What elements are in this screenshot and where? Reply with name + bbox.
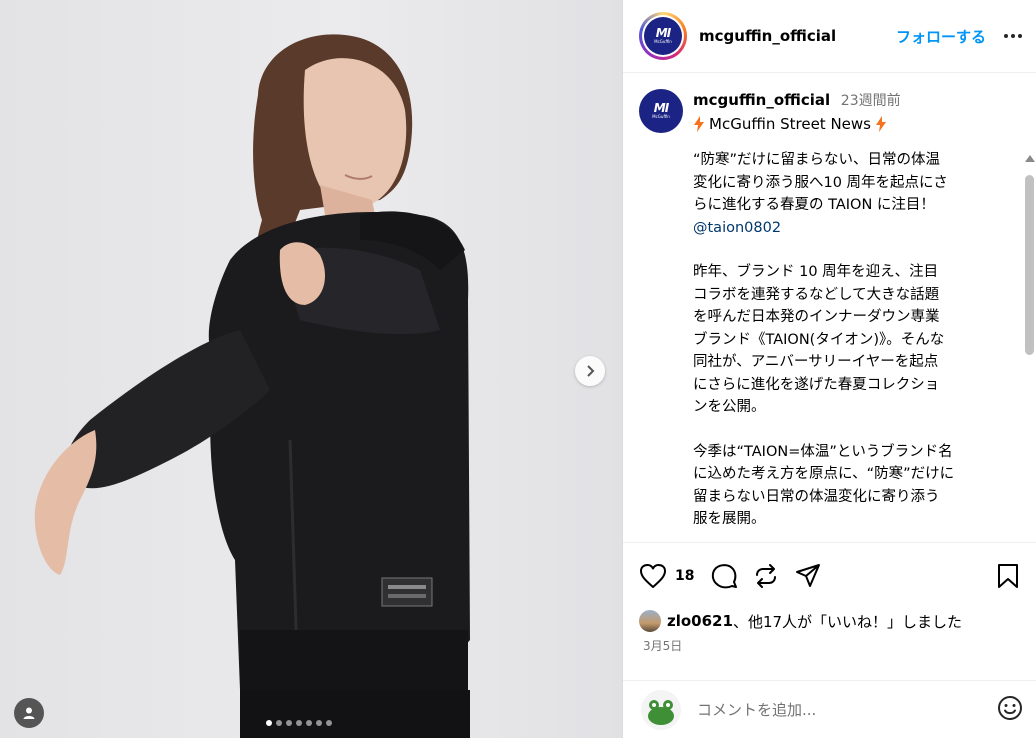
caption-line: 昨年、ブランド 10 周年を迎え、注目 — [693, 264, 939, 280]
caption-body: mcguffin_official 23週間前 McGuffin Street … — [693, 89, 1009, 531]
liker-avatar — [639, 610, 661, 632]
caption-line: に込めた考え方を原点に、“防寒”だけに — [693, 466, 955, 482]
logo-mark: MI — [655, 26, 671, 40]
like-count[interactable]: 18 — [675, 568, 694, 584]
save-button[interactable] — [996, 562, 1020, 590]
caption-line: 同社が、アニバーサリーイヤーを起点 — [693, 354, 939, 370]
send-button[interactable] — [794, 562, 822, 590]
caption-avatar[interactable]: MI McGuffin — [639, 89, 683, 133]
carousel-dot — [326, 720, 332, 726]
profile-avatar[interactable]: MI McGuffin — [639, 12, 687, 60]
caption-area: MI McGuffin mcguffin_official 23週間前 McGu… — [623, 73, 1036, 543]
post-panel: MI McGuffin mcguffin_official フォローする MI … — [622, 0, 1036, 738]
comment-icon — [712, 564, 738, 589]
caption-line: ブランド《TAION(タイオン)》。そんな — [693, 331, 945, 348]
caption-paragraph-1: “防寒”だけに留まらない、日常の体温 変化に寄り添う服へ10 周年を起点にさ らに進… — [693, 149, 1009, 217]
caption-scrollbar[interactable] — [1022, 153, 1036, 542]
carousel-dot — [316, 720, 322, 726]
comment-input[interactable] — [697, 700, 997, 719]
caption-line: ンを公開。 — [693, 399, 766, 415]
carousel-indicator — [266, 720, 332, 726]
frog-avatar-icon — [641, 689, 681, 730]
carousel-dot — [286, 720, 292, 726]
caption-logo-mark: MI — [653, 101, 669, 115]
carousel-dot — [296, 720, 302, 726]
current-user-avatar[interactable] — [641, 689, 681, 730]
carousel-dot — [266, 720, 272, 726]
follow-button[interactable]: フォローする — [896, 26, 986, 47]
action-bar: 18 — [623, 543, 1036, 609]
post-image[interactable] — [0, 0, 622, 738]
model-photo — [34, 34, 470, 738]
emoji-icon — [998, 695, 1022, 720]
share-icon — [756, 564, 777, 588]
like-button[interactable] — [639, 563, 667, 589]
caption-line: 今季は“TAION=体温”というブランド名 — [693, 443, 953, 460]
caption-paragraph-2: 昨年、ブランド 10 周年を迎え、注目 コラボを連発するなどして大きな話題 を呼んだ… — [693, 261, 1009, 419]
caption-username[interactable]: mcguffin_official — [693, 91, 830, 109]
caption-logo-sub: McGuffin — [652, 114, 670, 119]
more-options-button[interactable] — [1004, 34, 1022, 38]
logo-sub: McGuffin — [654, 39, 672, 44]
comment-button[interactable] — [710, 562, 738, 590]
comment-bar — [623, 680, 1036, 738]
chevron-right-icon — [587, 365, 595, 377]
next-image-button[interactable] — [575, 356, 605, 386]
emoji-button[interactable] — [997, 695, 1023, 725]
caption-line: “防寒”だけに留まらない、日常の体温 — [693, 152, 941, 168]
liker-username[interactable]: zlo0621 — [667, 612, 733, 630]
carousel-dot — [276, 720, 282, 726]
scroll-up-arrow[interactable] — [1025, 155, 1035, 162]
scroll-thumb[interactable] — [1025, 175, 1034, 355]
likes-summary[interactable]: zlo0621 、他17人が「いいね！」しました — [623, 609, 1036, 633]
bookmark-icon — [998, 564, 1018, 588]
caption-line: 留まらない日常の体温変化に寄り添う — [693, 488, 940, 505]
caption-line: らに進化する春夏の TAION に注目！ — [693, 197, 935, 213]
caption-line: 変化に寄り添う服へ10 周年を起点にさ — [693, 174, 948, 191]
repost-button[interactable] — [752, 562, 780, 590]
user-icon — [23, 707, 35, 719]
post-date[interactable]: 3月5日 — [623, 633, 1036, 654]
likes-text: 、他17人が「いいね！」しました — [732, 612, 963, 631]
caption-title: McGuffin Street News — [709, 114, 871, 133]
caption-title-row: McGuffin Street News — [693, 113, 1009, 136]
brand-logo: MI McGuffin — [644, 17, 682, 55]
tagged-users-button[interactable] — [14, 698, 44, 728]
carousel-dot — [306, 720, 312, 726]
caption-line: を呼んだ日本発のインナーダウン専業 — [693, 309, 940, 325]
caption-line: コラボを連発するなどして大きな話題 — [693, 286, 940, 303]
caption-time[interactable]: 23週間前 — [841, 93, 901, 109]
header-username[interactable]: mcguffin_official — [699, 27, 836, 45]
caption-paragraph-3: 今季は“TAION=体温”というブランド名 に込めた考え方を原点に、“防寒”だけに… — [693, 441, 1009, 531]
mention-link[interactable]: @taion0802 — [693, 217, 1009, 240]
lightning-icon — [694, 115, 704, 132]
post-header: MI McGuffin mcguffin_official フォローする — [623, 0, 1036, 73]
caption-line: にさらに進化を遂げた春夏コレクショ — [693, 376, 940, 393]
lightning-icon — [875, 115, 886, 132]
heart-icon — [640, 564, 666, 588]
send-icon — [796, 564, 821, 587]
caption-line: 服を展開。 — [693, 511, 766, 527]
